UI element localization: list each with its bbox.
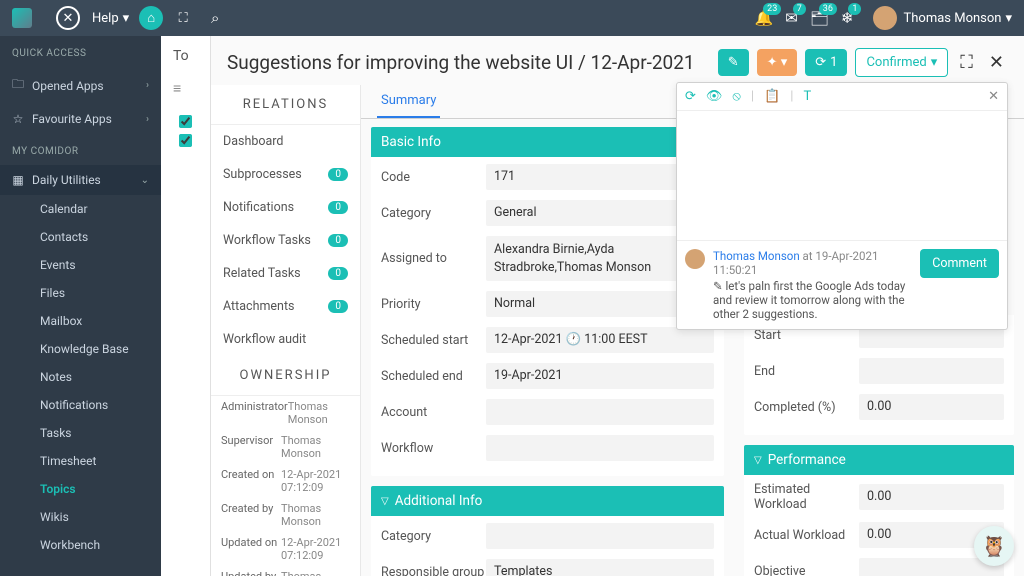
sidebar-item-contacts[interactable]: Contacts: [0, 223, 161, 251]
user-chevron-icon[interactable]: ▾: [1005, 11, 1012, 26]
list-pane-title: To: [167, 44, 204, 76]
refresh-icon[interactable]: ⟳: [685, 89, 696, 104]
relation-attachments[interactable]: Attachments0: [211, 290, 360, 323]
sidebar-item-opened-apps[interactable]: 🗀Opened Apps›: [0, 67, 161, 104]
pencil-icon: ✎: [713, 279, 723, 293]
sidebar-item-notifications[interactable]: Notifications: [0, 391, 161, 419]
performance-header: ▽Performance: [744, 445, 1014, 475]
my-comidor-header: MY COMIDOR: [0, 134, 161, 165]
list-icon[interactable]: ≡: [167, 76, 204, 109]
ownership-row: Updated byThomas Monson: [211, 566, 360, 576]
comment-button[interactable]: Comment: [920, 249, 999, 278]
sidebar-item-notes[interactable]: Notes: [0, 363, 161, 391]
grid-icon: ▦: [12, 173, 24, 187]
comment-avatar: [685, 249, 705, 269]
home-icon[interactable]: ⌂: [139, 6, 163, 30]
sidebar-item-events[interactable]: Events: [0, 251, 161, 279]
chat-bot-icon[interactable]: 🦉: [974, 526, 1014, 566]
quick-access-header: QUICK ACCESS: [0, 36, 161, 67]
username[interactable]: Thomas Monson: [903, 11, 1001, 26]
text-icon[interactable]: T: [803, 89, 811, 104]
relation-dashboard[interactable]: Dashboard: [211, 125, 360, 158]
eye-off-icon[interactable]: ⦸: [732, 89, 740, 104]
sidebar-item-topics[interactable]: Topics: [0, 475, 161, 503]
list-checkbox[interactable]: [179, 115, 192, 128]
close-icon[interactable]: ✕: [985, 48, 1008, 77]
sidebar-item-timesheet[interactable]: Timesheet: [0, 447, 161, 475]
sidebar-item-mailbox[interactable]: Mailbox: [0, 307, 161, 335]
notif-bell-icon[interactable]: 🔔23: [755, 9, 774, 27]
notif-archive-icon[interactable]: 🗂36: [810, 9, 829, 27]
comment-panel: ⟳ 👁 ⦸ | 📋 | T ✕ Thomas Monson at 19-Apr-…: [676, 82, 1008, 330]
sidebar-item-calendar[interactable]: Calendar: [0, 195, 161, 223]
comment-textarea[interactable]: [677, 111, 1007, 241]
left-column: RELATIONS DashboardSubprocesses0Notifica…: [211, 85, 361, 576]
ownership-row: Created byThomas Monson: [211, 498, 360, 532]
sidebar-item-favourite-apps[interactable]: ☆Favourite Apps›: [0, 104, 161, 134]
chevron-right-icon: ›: [146, 80, 149, 91]
ownership-row: AdministratorThomas Monson: [211, 396, 360, 430]
ownership-title: OWNERSHIP: [211, 356, 360, 396]
ownership-row: SupervisorThomas Monson: [211, 430, 360, 464]
relation-related-tasks[interactable]: Related Tasks0: [211, 257, 360, 290]
chevron-right-icon: ›: [146, 114, 149, 125]
list-pane: To ≡: [161, 36, 211, 576]
sidebar-item-daily-utilities[interactable]: ▦Daily Utilities⌄: [0, 165, 161, 195]
page-title: Suggestions for improving the website UI…: [227, 51, 710, 74]
relation-workflow-tasks[interactable]: Workflow Tasks0: [211, 224, 360, 257]
relation-notifications[interactable]: Notifications0: [211, 191, 360, 224]
comment-close-icon[interactable]: ✕: [988, 89, 999, 104]
sidebar-item-wikis[interactable]: Wikis: [0, 503, 161, 531]
avatar[interactable]: [873, 6, 897, 30]
notif-misc-icon[interactable]: ❄1: [841, 9, 854, 27]
topbar: ✕ Help▾ ⌂ ⛶ ⌕ 🔔23 ✉7 🗂36 ❄1 Thomas Monso…: [0, 0, 1024, 36]
status-dropdown[interactable]: Confirmed ▾: [855, 48, 948, 77]
additional-info-header: ▽Additional Info: [371, 486, 724, 516]
notif-mail-icon[interactable]: ✉7: [785, 9, 798, 27]
close-circle-icon[interactable]: ✕: [56, 6, 80, 30]
sidebar: QUICK ACCESS 🗀Opened Apps› ☆Favourite Ap…: [0, 36, 161, 576]
relation-subprocesses[interactable]: Subprocesses0: [211, 158, 360, 191]
fullscreen-icon[interactable]: ⛶: [171, 6, 195, 30]
main-content: Suggestions for improving the website UI…: [211, 36, 1024, 576]
relation-workflow-audit[interactable]: Workflow audit: [211, 323, 360, 356]
folder-icon: 🗀: [12, 75, 24, 96]
ownership-row: Created on12-Apr-2021 07:12:09: [211, 464, 360, 498]
sidebar-item-workbench[interactable]: Workbench: [0, 531, 161, 559]
expand-icon[interactable]: ⛶: [956, 48, 977, 77]
sidebar-item-knowledge-base[interactable]: Knowledge Base: [0, 335, 161, 363]
edit-button[interactable]: ✎: [718, 49, 749, 76]
sidebar-item-files[interactable]: Files: [0, 279, 161, 307]
eye-icon[interactable]: 👁: [706, 89, 723, 104]
relations-title: RELATIONS: [211, 85, 360, 125]
basic-info-header: Basic Info: [371, 127, 724, 157]
list-checkbox[interactable]: [179, 134, 192, 147]
clipboard-icon[interactable]: 📋: [764, 89, 780, 104]
search-icon[interactable]: ⌕: [203, 6, 227, 30]
app-logo[interactable]: [12, 8, 32, 28]
action-menu-button[interactable]: ✦ ▾: [757, 49, 798, 76]
workflow-count-button[interactable]: ⟳1: [805, 49, 847, 76]
help-menu[interactable]: Help▾: [92, 11, 129, 26]
star-icon: ☆: [12, 112, 24, 126]
chevron-down-icon: ⌄: [141, 175, 149, 186]
ownership-row: Updated on12-Apr-2021 07:12:09: [211, 532, 360, 566]
sidebar-item-tasks[interactable]: Tasks: [0, 419, 161, 447]
tab-summary[interactable]: Summary: [377, 85, 440, 118]
titlebar: Suggestions for improving the website UI…: [211, 36, 1024, 85]
